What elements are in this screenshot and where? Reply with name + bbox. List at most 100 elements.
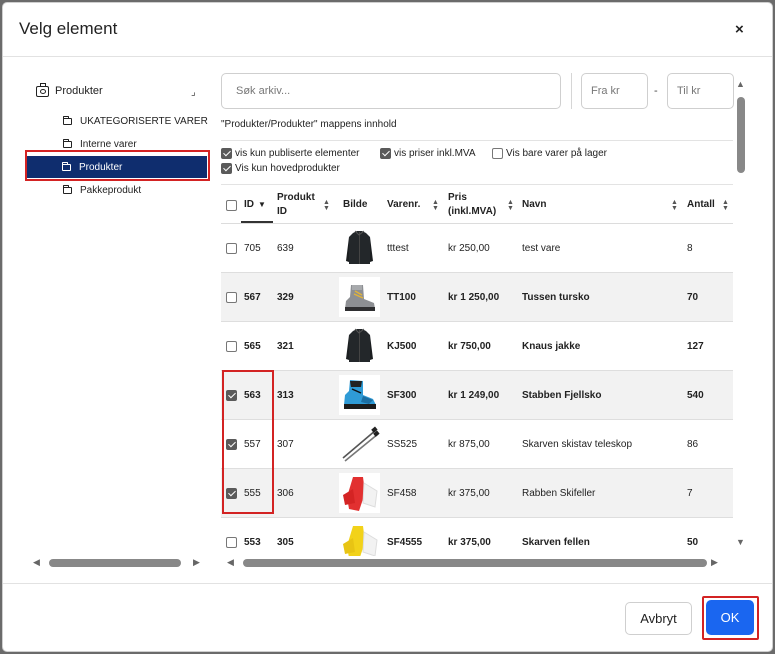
cell-produkt-id: 313 xyxy=(277,389,294,401)
table-vertical-scrollbar[interactable]: ▲ ▼ xyxy=(734,77,748,549)
cell-produkt-id: 305 xyxy=(277,536,294,548)
row-checkbox[interactable] xyxy=(226,291,237,303)
cell-antall: 86 xyxy=(687,438,699,450)
scroll-left-icon[interactable]: ◀ xyxy=(227,557,234,568)
ski-skins-icon xyxy=(339,522,380,556)
row-checkbox-cell[interactable] xyxy=(226,273,237,321)
scroll-thumb[interactable] xyxy=(243,559,707,567)
col-antall[interactable]: Antall xyxy=(687,185,715,225)
table-row[interactable]: 567 329 TT100 kr 1 250,00 Tussen tursko 70 xyxy=(221,273,733,322)
table-row[interactable]: 565 321 KJ500 kr 750,00 Knaus jakke 127 xyxy=(221,322,733,371)
scroll-right-icon[interactable]: ▶ xyxy=(193,557,200,568)
col-varenr-label: Varenr. xyxy=(387,199,421,210)
table-horizontal-scrollbar[interactable]: ◀ ▶ xyxy=(227,556,721,570)
row-checkbox-cell[interactable] xyxy=(226,469,237,517)
row-checkbox-cell[interactable] xyxy=(226,322,237,370)
price-to-input[interactable] xyxy=(667,73,734,109)
scroll-right-icon[interactable]: ▶ xyxy=(711,557,718,568)
tree-item-label: Pakkeprodukt xyxy=(80,184,142,196)
table-header: ID ▼ Produkt ID ▲ ▼ Bilde Varenr. ▲ ▼ Pris… xyxy=(221,184,733,224)
divider xyxy=(571,73,572,109)
cancel-button[interactable]: Avbryt xyxy=(625,602,692,635)
row-checkbox-cell[interactable] xyxy=(226,371,237,419)
cell-navn: Stabben Fjellsko xyxy=(522,389,602,401)
col-produkt-id-label-2: ID xyxy=(277,206,287,217)
row-checkbox[interactable] xyxy=(226,536,237,548)
col-id[interactable]: ID ▼ xyxy=(244,185,272,225)
cell-antall: 8 xyxy=(687,242,693,254)
row-checkbox[interactable] xyxy=(226,487,237,499)
row-checkbox[interactable] xyxy=(226,242,237,254)
row-checkbox-cell[interactable] xyxy=(226,518,237,556)
tree-root-produkter[interactable]: Produkter xyxy=(36,82,103,99)
table-row[interactable]: 557 307 SS525 kr 875,00 Skarven skistav tele… xyxy=(221,420,733,469)
col-id-label: ID xyxy=(244,199,254,210)
cell-navn: Skarven skistav teleskop xyxy=(522,438,633,450)
table-row[interactable]: 553 305 SF4555 kr 375,00 Skarven fellen 50 xyxy=(221,518,733,556)
sort-icon: ▲ ▼ xyxy=(323,199,330,212)
collapse-icon[interactable]: ⌟ xyxy=(191,87,196,98)
close-icon[interactable]: × xyxy=(735,21,744,38)
tree-horizontal-scrollbar[interactable]: ◀ ▶ xyxy=(33,556,213,570)
table-row[interactable]: 705 639 tttest kr 250,00 test vare 8 xyxy=(221,224,733,273)
product-box-icon xyxy=(36,82,49,97)
row-checkbox-cell[interactable] xyxy=(226,224,237,272)
checkbox[interactable] xyxy=(380,148,391,159)
filter-published-only[interactable]: vis kun publiserte elementer xyxy=(221,148,360,159)
cell-pris: kr 750,00 xyxy=(448,340,491,352)
sort-desc-icon: ▼ xyxy=(258,200,266,209)
col-pris[interactable]: Pris (inkl.MVA) xyxy=(448,185,496,225)
scroll-left-icon[interactable]: ◀ xyxy=(33,557,40,568)
col-bilde: Bilde xyxy=(343,185,367,225)
divider xyxy=(221,140,733,141)
ok-button[interactable]: OK xyxy=(706,600,754,635)
active-sort-underline xyxy=(241,221,273,223)
scroll-up-icon[interactable]: ▲ xyxy=(736,79,745,89)
tree-item-ukategoriserte[interactable]: UKATEGORISERTE VARER xyxy=(63,113,209,129)
row-checkbox[interactable] xyxy=(226,389,237,401)
search-input[interactable] xyxy=(221,73,561,109)
folder-icon xyxy=(63,184,72,194)
cell-produkt-id: 329 xyxy=(277,291,294,303)
checkbox[interactable] xyxy=(221,163,232,174)
cell-navn: test vare xyxy=(522,242,561,254)
product-table: ID ▼ Produkt ID ▲ ▼ Bilde Varenr. ▲ ▼ Pris… xyxy=(221,184,733,556)
filter-in-stock-only[interactable]: Vis bare varer på lager xyxy=(492,148,607,159)
cell-produkt-id: 321 xyxy=(277,340,294,352)
tree-item-pakkeprodukt[interactable]: Pakkeprodukt xyxy=(63,182,209,198)
checkbox[interactable] xyxy=(221,148,232,159)
col-bilde-label: Bilde xyxy=(343,199,368,210)
col-navn[interactable]: Navn xyxy=(522,185,546,225)
cell-id: 553 xyxy=(244,536,261,548)
tree-item-label: Interne varer xyxy=(80,138,137,150)
col-antall-label: Antall xyxy=(687,199,715,210)
row-checkbox-cell[interactable] xyxy=(226,420,237,468)
row-checkbox[interactable] xyxy=(226,340,237,352)
price-from-input[interactable] xyxy=(581,73,648,109)
tree-selection-highlight xyxy=(25,150,210,181)
filter-prices-incl-vat[interactable]: vis priser inkl.MVA xyxy=(380,148,476,159)
cell-antall: 50 xyxy=(687,536,699,548)
select-all-checkbox-cell[interactable] xyxy=(226,185,237,225)
checkbox[interactable] xyxy=(492,148,503,159)
col-pris-label-1: Pris xyxy=(448,192,467,203)
cell-id: 705 xyxy=(244,242,261,254)
table-row[interactable]: 563 313 SF300 kr 1 249,00 Stabben Fjellsko 54… xyxy=(221,371,733,420)
cell-varenr: KJ500 xyxy=(387,340,417,352)
row-checkbox[interactable] xyxy=(226,438,237,450)
cell-id: 565 xyxy=(244,340,261,352)
mountain-boot-icon xyxy=(339,375,380,415)
cell-antall: 540 xyxy=(687,389,704,401)
filter-label: Vis bare varer på lager xyxy=(506,148,607,159)
select-all-checkbox[interactable] xyxy=(226,199,237,211)
cell-pris: kr 375,00 xyxy=(448,536,491,548)
scroll-thumb[interactable] xyxy=(737,97,745,173)
scroll-down-icon[interactable]: ▼ xyxy=(736,537,745,547)
cell-varenr: TT100 xyxy=(387,291,416,303)
filter-main-products-only[interactable]: Vis kun hovedprodukter xyxy=(221,163,340,174)
cell-id: 567 xyxy=(244,291,261,303)
col-varenr[interactable]: Varenr. xyxy=(387,185,420,225)
cell-pris: kr 1 249,00 xyxy=(448,389,500,401)
table-row[interactable]: 555 306 SF458 kr 375,00 Rabben Skifeller 7 xyxy=(221,469,733,518)
scroll-thumb[interactable] xyxy=(49,559,181,567)
